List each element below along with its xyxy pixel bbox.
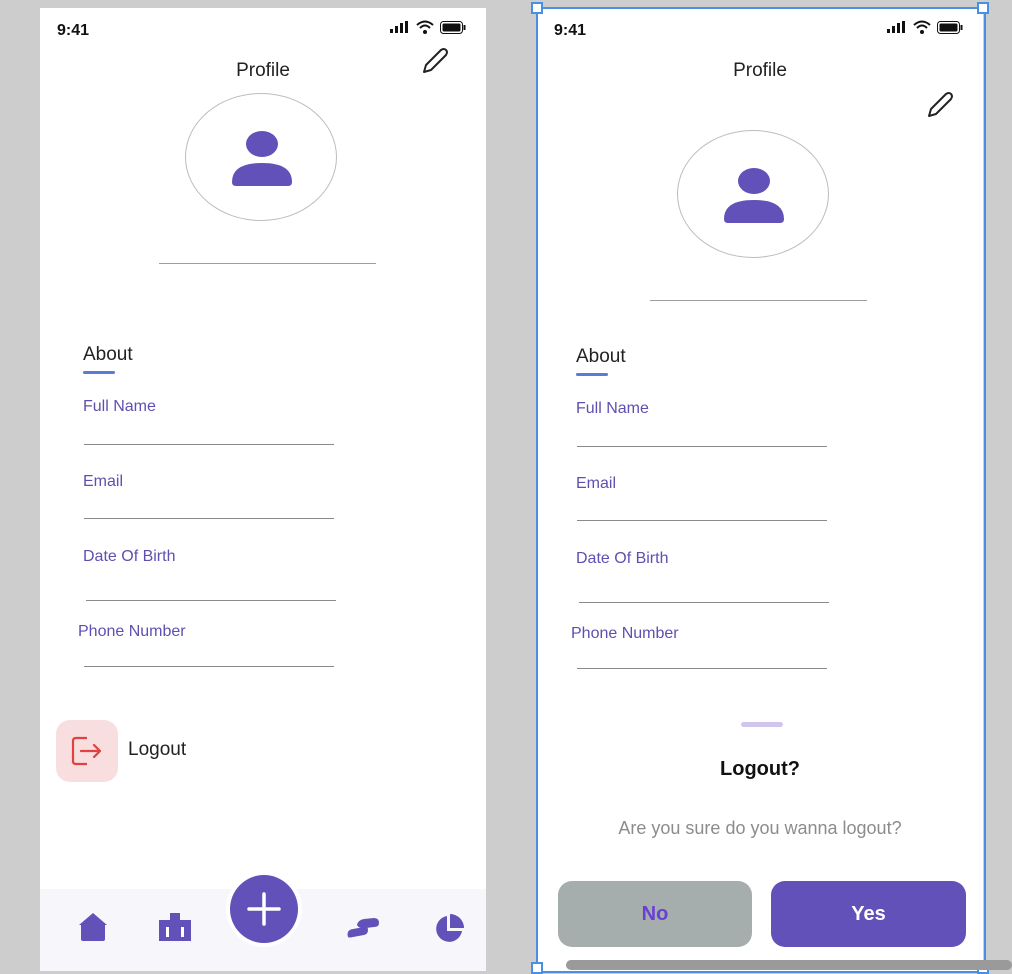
full-name-field[interactable] <box>84 444 334 445</box>
about-underline <box>576 373 608 376</box>
phone-label: Phone Number <box>571 625 679 642</box>
signal-icon <box>390 21 408 33</box>
dialog-message: Are you sure do you wanna logout? <box>618 818 902 838</box>
dob-label: Date Of Birth <box>576 550 669 567</box>
about-underline <box>83 371 115 374</box>
dob-field[interactable] <box>86 600 336 601</box>
no-button[interactable]: No <box>558 881 752 947</box>
horizontal-scrollbar[interactable] <box>566 960 1012 970</box>
profile-logout-screen: 9:41 Profile About Full Name Email Date … <box>537 8 983 971</box>
dob-label: Date Of Birth <box>83 548 176 565</box>
resize-handle-bottom-left[interactable] <box>531 962 543 974</box>
logout-label[interactable]: Logout <box>128 739 186 761</box>
full-name-label: Full Name <box>576 400 649 417</box>
full-name-label: Full Name <box>83 398 156 415</box>
about-heading: About <box>576 346 626 367</box>
user-icon <box>232 131 292 186</box>
home-icon[interactable] <box>78 911 108 941</box>
dialog-title: Logout? <box>720 758 800 780</box>
dob-field[interactable] <box>579 602 829 603</box>
signal-icon <box>887 21 905 33</box>
status-icons <box>887 20 963 34</box>
status-time: 9:41 <box>554 22 587 39</box>
phone-field[interactable] <box>84 666 334 667</box>
transfer-icon[interactable] <box>344 915 380 943</box>
about-heading: About <box>83 344 133 365</box>
wifi-icon <box>416 20 434 34</box>
profile-screen: 9:41 Profile About Full Name Email Date … <box>40 8 486 971</box>
phone-field[interactable] <box>577 668 827 669</box>
edit-pencil-icon[interactable] <box>925 90 955 120</box>
avatar[interactable] <box>185 93 337 221</box>
page-title: Profile <box>733 60 787 81</box>
battery-icon <box>440 20 466 34</box>
briefcase-icon[interactable] <box>159 913 191 941</box>
name-divider <box>650 300 867 301</box>
logout-icon <box>71 736 102 766</box>
email-field[interactable] <box>84 518 334 519</box>
battery-icon <box>937 20 963 34</box>
pie-chart-icon[interactable] <box>433 913 465 945</box>
logout-button[interactable] <box>56 720 118 782</box>
email-label: Email <box>83 473 124 490</box>
email-field[interactable] <box>577 520 827 521</box>
edit-pencil-icon[interactable] <box>420 46 450 76</box>
resize-handle-top-left[interactable] <box>531 2 543 14</box>
add-button[interactable] <box>230 875 298 943</box>
name-divider <box>159 263 376 264</box>
wifi-icon <box>913 20 931 34</box>
sheet-drag-handle[interactable] <box>741 722 783 727</box>
yes-button[interactable]: Yes <box>771 881 966 947</box>
add-icon <box>247 892 281 926</box>
full-name-field[interactable] <box>577 446 827 447</box>
resize-handle-top-right[interactable] <box>977 2 989 14</box>
avatar[interactable] <box>677 130 829 258</box>
status-icons <box>390 20 466 34</box>
user-icon <box>724 168 784 223</box>
phone-label: Phone Number <box>78 623 186 640</box>
status-time: 9:41 <box>57 22 90 39</box>
email-label: Email <box>576 475 617 492</box>
